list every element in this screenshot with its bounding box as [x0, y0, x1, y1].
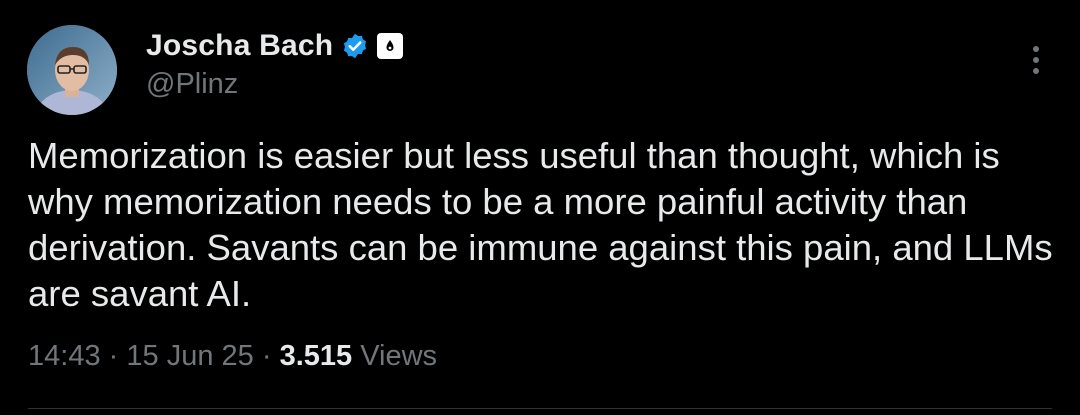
tweet-meta: 14:43 · 15 Jun 25 · 3.515 Views — [28, 340, 437, 373]
verified-badge-icon[interactable] — [341, 32, 369, 60]
author-name-row: Joscha Bach — [146, 26, 404, 66]
more-dot-icon — [1033, 68, 1039, 74]
affiliate-badge-icon[interactable] — [377, 33, 404, 59]
divider — [28, 408, 1052, 409]
meta-separator: · — [261, 340, 272, 372]
avatar[interactable] — [27, 25, 117, 115]
more-options-icon[interactable] — [1022, 40, 1050, 80]
tweet-time[interactable]: 14:43 — [28, 340, 101, 372]
meta-separator: · — [108, 340, 119, 372]
tweet-date[interactable]: 15 Jun 25 — [126, 340, 253, 372]
more-dot-icon — [1033, 46, 1039, 52]
tweet-text: Memorization is easier but less useful t… — [28, 135, 1053, 314]
views-count[interactable]: 3.515 — [280, 340, 353, 372]
author-handle[interactable]: @Plinz — [146, 68, 238, 101]
more-dot-icon — [1033, 57, 1039, 63]
tweet: Joscha Bach @Plinz Memorization is easie… — [0, 0, 1080, 415]
display-name[interactable]: Joscha Bach — [146, 29, 333, 63]
views-label: Views — [360, 340, 438, 372]
